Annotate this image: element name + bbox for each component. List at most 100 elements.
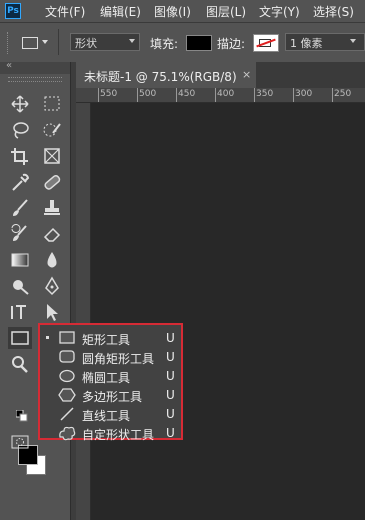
brush-tool[interactable] <box>9 198 31 218</box>
fill-label: 填充: <box>150 37 179 51</box>
menu-file[interactable]: 文件(F) <box>45 3 85 20</box>
healing-brush-tool[interactable] <box>41 172 63 192</box>
dodge-icon <box>13 280 29 295</box>
ruler-tick <box>176 88 177 102</box>
stroke-width-select[interactable]: 1 像素 <box>285 33 365 51</box>
ruler-label: 300 <box>295 89 313 99</box>
ruler-label: 550 <box>100 89 118 99</box>
menu-edit[interactable]: 编辑(E) <box>100 3 141 20</box>
collapse-toolbox-button[interactable]: « <box>6 60 12 71</box>
ellipse-icon <box>59 369 75 383</box>
clone-stamp-tool[interactable] <box>41 198 63 218</box>
stroke-swatch[interactable] <box>253 34 279 52</box>
quick-mask-icon <box>11 435 29 449</box>
flyout-item-label: 直线工具 <box>82 409 131 423</box>
rectangle-tool[interactable] <box>8 327 32 349</box>
divider <box>58 29 59 55</box>
tool-preset-caret-icon[interactable] <box>42 40 48 44</box>
ruler-tick <box>332 88 333 102</box>
quick-selection-tool[interactable] <box>41 120 63 140</box>
flyout-item-rectangle[interactable]: 矩形工具 U <box>40 329 181 348</box>
fill-swatch[interactable] <box>186 35 212 51</box>
lasso-icon <box>13 122 29 139</box>
arrow-cursor-icon <box>47 304 58 321</box>
eraser-tool[interactable] <box>41 224 63 244</box>
menu-bar: Ps 文件(F) 编辑(E) 图像(I) 图层(L) 文字(Y) 选择(S) <box>0 0 365 22</box>
ruler-tick <box>98 88 99 102</box>
frame-tool[interactable] <box>41 146 63 166</box>
default-colors-button[interactable] <box>16 410 28 422</box>
chevron-down-icon <box>129 39 135 43</box>
toolbox-grip[interactable] <box>8 77 62 82</box>
flyout-item-label: 多边形工具 <box>82 390 143 404</box>
eyedropper-tool[interactable] <box>9 172 31 192</box>
vertical-ruler[interactable] <box>76 103 91 520</box>
flyout-item-label: 圆角矩形工具 <box>82 352 155 366</box>
history-brush-icon <box>11 224 27 241</box>
canvas[interactable] <box>91 103 365 520</box>
type-icon <box>11 305 26 319</box>
shortcut-key: U <box>166 350 175 364</box>
shape-mode-select[interactable]: 形状 <box>70 33 140 51</box>
blur-tool[interactable] <box>41 250 63 270</box>
document-tab[interactable]: 未标题-1 @ 75.1%(RGB/8) × <box>76 62 256 88</box>
options-grip[interactable] <box>7 32 10 54</box>
flyout-item-polygon[interactable]: 多边形工具 U <box>40 386 181 405</box>
quick-mask-button[interactable] <box>9 432 31 452</box>
shortcut-key: U <box>166 369 175 383</box>
eraser-icon <box>43 227 61 242</box>
shape-tool-flyout: 矩形工具 U 圆角矩形工具 U 椭圆工具 U 多边形工具 U 直线工具 U 自定… <box>38 323 183 443</box>
rectangular-marquee-icon <box>44 96 60 111</box>
move-tool[interactable] <box>9 94 31 114</box>
horizontal-ruler[interactable]: 550 500 450 400 350 300 250 <box>76 88 365 103</box>
flyout-item-rounded-rectangle[interactable]: 圆角矩形工具 U <box>40 348 181 367</box>
options-bar: 形状 填充: 描边: 1 像素 <box>0 22 365 62</box>
menu-select[interactable]: 选择(S) <box>313 3 354 20</box>
stroke-width-value: 1 像素 <box>290 37 323 50</box>
drop-icon <box>47 252 57 268</box>
lasso-tool[interactable] <box>9 120 31 140</box>
toolbox: « <box>0 60 70 520</box>
shortcut-key: U <box>166 426 175 440</box>
ruler-tick <box>254 88 255 102</box>
stamp-icon <box>44 200 60 215</box>
bandage-icon <box>44 175 61 190</box>
ruler-label: 400 <box>217 89 235 99</box>
marquee-tool[interactable] <box>41 94 63 114</box>
flyout-item-label: 矩形工具 <box>82 333 131 347</box>
dodge-tool[interactable] <box>9 276 31 296</box>
flyout-item-custom-shape[interactable]: 自定形状工具 U <box>40 424 181 443</box>
document-tab-bar: 未标题-1 @ 75.1%(RGB/8) × <box>76 62 365 88</box>
stroke-label: 描边: <box>217 37 246 51</box>
move-icon <box>11 95 29 113</box>
type-tool[interactable] <box>9 302 31 322</box>
default-colors-icon <box>16 410 28 422</box>
toolbox-header: « <box>0 60 70 74</box>
magnifier-icon <box>12 356 28 373</box>
ruler-tick <box>137 88 138 102</box>
flyout-item-line[interactable]: 直线工具 U <box>40 405 181 424</box>
zoom-tool[interactable] <box>9 354 31 374</box>
ruler-label: 350 <box>256 89 274 99</box>
pen-tool[interactable] <box>41 276 63 296</box>
tool-preset-rectangle-icon[interactable] <box>22 37 38 49</box>
line-icon <box>60 407 74 421</box>
gradient-tool[interactable] <box>9 250 31 270</box>
frame-icon <box>44 148 60 164</box>
crop-icon <box>11 148 28 165</box>
history-brush-tool[interactable] <box>9 224 31 244</box>
menu-type[interactable]: 文字(Y) <box>259 3 300 20</box>
rounded-rectangle-icon <box>59 350 75 363</box>
close-icon[interactable]: × <box>242 68 251 81</box>
shortcut-key: U <box>166 407 175 421</box>
flyout-item-ellipse[interactable]: 椭圆工具 U <box>40 367 181 386</box>
crop-tool[interactable] <box>9 146 31 166</box>
menu-layer[interactable]: 图层(L) <box>206 3 246 20</box>
pen-icon <box>45 276 59 296</box>
shortcut-key: U <box>166 331 175 345</box>
ruler-label: 250 <box>334 89 352 99</box>
photoshop-logo: Ps <box>5 3 21 19</box>
ruler-label: 500 <box>139 89 157 99</box>
path-selection-tool[interactable] <box>41 302 63 322</box>
menu-image[interactable]: 图像(I) <box>154 3 191 20</box>
